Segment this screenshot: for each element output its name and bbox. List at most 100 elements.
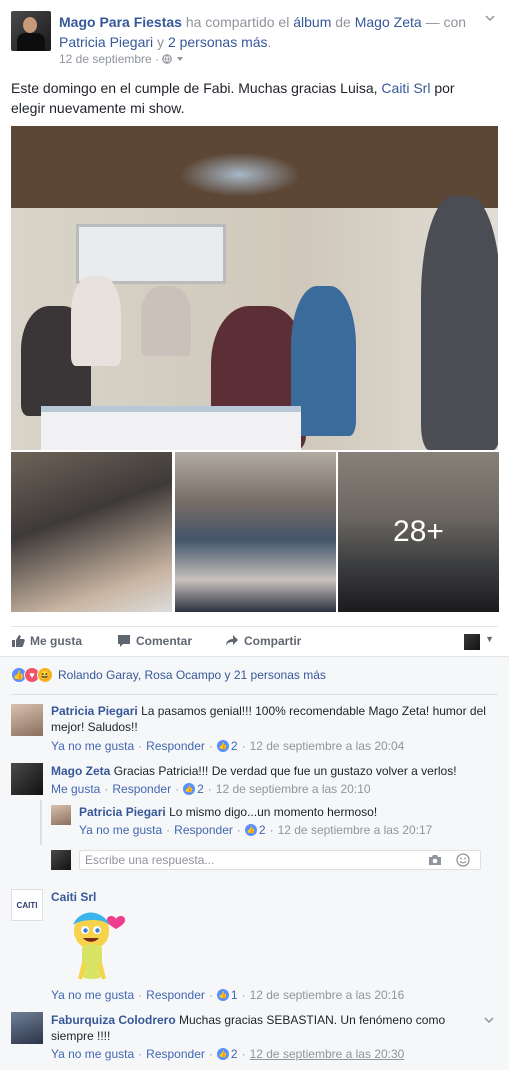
- like-count: 2: [258, 823, 266, 837]
- action-bar: Me gusta Comentar Compartir ▼: [11, 626, 498, 654]
- photo-window-shape: [76, 224, 226, 284]
- thumbs-up-icon: 👍: [244, 824, 257, 836]
- thumbs-up-icon: 👍: [216, 1048, 229, 1060]
- share-label: Compartir: [244, 634, 302, 648]
- comment-label: Comentar: [136, 634, 193, 648]
- comment-like-count[interactable]: 👍 2: [244, 823, 266, 837]
- post-header: Mago Para Fiestas ha compartido el álbum…: [59, 12, 479, 52]
- reply-input[interactable]: [80, 851, 410, 869]
- album-owner-link[interactable]: Mago Zeta: [355, 14, 422, 30]
- like-link[interactable]: Me gusta: [51, 782, 100, 796]
- like-count: 2: [230, 1047, 238, 1061]
- comment-like-count[interactable]: 👍 2: [183, 782, 204, 796]
- comment-time[interactable]: 12 de septiembre a las 20:10: [216, 782, 371, 796]
- comment-body: Faburquiza Colodrero Muchas gracias SEBA…: [51, 1012, 471, 1044]
- commenter-avatar[interactable]: [11, 704, 43, 736]
- reply-body: Patricia Piegari Lo mismo digo...un mome…: [79, 804, 489, 820]
- thumbs-up-icon: 👍: [183, 783, 196, 795]
- share-as-avatar[interactable]: [464, 634, 480, 650]
- and-text: y: [157, 34, 165, 50]
- meta-dot: ·: [155, 52, 160, 66]
- reply-time[interactable]: 12 de septiembre a las 20:17: [278, 823, 433, 837]
- comment-body: Caiti Srl: [51, 889, 96, 905]
- camera-icon[interactable]: [428, 853, 442, 867]
- reply-link[interactable]: Responder: [146, 1047, 205, 1061]
- comment-button[interactable]: Comentar: [117, 634, 192, 648]
- comment-body: Mago Zeta Gracias Patricia!!! De verdad …: [51, 763, 491, 779]
- like-button[interactable]: Me gusta: [11, 634, 82, 648]
- comment-like-count[interactable]: 👍 1: [216, 988, 238, 1002]
- thumbs-up-icon: 👍: [216, 740, 229, 752]
- person-shape: [421, 196, 498, 450]
- post-options-chevron-icon[interactable]: [483, 12, 497, 26]
- tagged-person-link[interactable]: Patricia Piegari: [59, 34, 153, 50]
- reply-text: Lo mismo digo...un momento hermoso!: [169, 805, 378, 819]
- comment-body: Patricia Piegari La pasamos genial!!! 10…: [51, 703, 491, 735]
- reply-link[interactable]: Responder: [174, 823, 233, 837]
- post-date-link[interactable]: 12 de septiembre: [59, 52, 152, 66]
- haha-reaction-icon: 😆: [37, 667, 53, 683]
- reply-link[interactable]: Responder: [112, 782, 171, 796]
- like-count: 2: [197, 782, 204, 796]
- thumbs-up-icon: 👍: [216, 989, 229, 1001]
- reply-link[interactable]: Responder: [146, 739, 205, 753]
- comment-icon: [118, 635, 130, 647]
- share-arrow-icon: [226, 635, 238, 646]
- comment-options-chevron-icon[interactable]: [483, 1014, 497, 1028]
- comment-author[interactable]: Faburquiza Colodrero: [51, 1013, 176, 1027]
- author-name-link[interactable]: Mago Para Fiestas: [59, 14, 182, 30]
- comment-like-count[interactable]: 👍 2: [216, 1047, 238, 1061]
- reply-author[interactable]: Patricia Piegari: [79, 805, 166, 819]
- audience-dropdown-icon[interactable]: [176, 52, 184, 66]
- photo-thumb-2[interactable]: [175, 452, 336, 612]
- globe-icon: [162, 52, 175, 66]
- commenter-avatar[interactable]: CAITI: [11, 889, 43, 921]
- caiti-logo-text: CAITI: [16, 900, 38, 910]
- photo-main[interactable]: [11, 126, 498, 450]
- album-link[interactable]: álbum: [293, 14, 331, 30]
- commenter-avatar[interactable]: [11, 763, 43, 795]
- photo-table-shape: [41, 406, 301, 450]
- commenter-avatar[interactable]: [11, 1012, 43, 1044]
- joy-sticker-icon: [70, 905, 130, 985]
- period: .: [267, 34, 272, 50]
- tagged-others-link[interactable]: 2 personas más: [168, 34, 268, 50]
- comment-meta: Me gusta · Responder · 👍 2 · 12 de septie…: [51, 782, 371, 796]
- unlike-link[interactable]: Ya no me gusta: [51, 988, 134, 1002]
- comment-time[interactable]: 12 de septiembre a las 20:30: [250, 1047, 405, 1061]
- comment-time[interactable]: 12 de septiembre a las 20:16: [250, 988, 405, 1002]
- with-text: — con: [425, 14, 467, 30]
- reply-input-box[interactable]: [79, 850, 481, 870]
- post-body-text: Este domingo en el cumple de Fabi. Mucha…: [11, 80, 378, 96]
- unlike-link[interactable]: Ya no me gusta: [79, 823, 162, 837]
- shared-text: ha compartido el: [185, 14, 290, 30]
- comment-meta: Ya no me gusta · Responder · 👍 1 · 12 de …: [51, 988, 405, 1002]
- comment-like-count[interactable]: 👍 2: [216, 739, 238, 753]
- reactions-summary[interactable]: 👍 ♥ 😆 Rolando Garay, Rosa Ocampo y 21 pe…: [11, 667, 326, 683]
- comment-time[interactable]: 12 de septiembre a las 20:04: [250, 739, 405, 753]
- share-button[interactable]: Compartir: [225, 634, 301, 648]
- more-photos-count[interactable]: 28+: [338, 452, 499, 612]
- post-body: Este domingo en el cumple de Fabi. Mucha…: [11, 78, 491, 118]
- divider: [11, 694, 498, 695]
- reply-avatar[interactable]: [51, 805, 71, 825]
- unlike-link[interactable]: Ya no me gusta: [51, 739, 134, 753]
- reply-link[interactable]: Responder: [146, 988, 205, 1002]
- comment-meta: Ya no me gusta · Responder · 👍 2 · 12 de …: [51, 739, 405, 753]
- comment-author[interactable]: Caiti Srl: [51, 890, 96, 904]
- emoji-icon[interactable]: [456, 853, 470, 867]
- photo-thumb-3[interactable]: 28+: [338, 452, 499, 612]
- reactions-text[interactable]: Rolando Garay, Rosa Ocampo y 21 personas…: [58, 668, 326, 682]
- thumbs-up-icon: [12, 635, 25, 647]
- caiti-link[interactable]: Caiti Srl: [381, 80, 430, 96]
- photo-thumb-1[interactable]: [11, 452, 172, 612]
- comment-author[interactable]: Mago Zeta: [51, 764, 110, 778]
- comment-author[interactable]: Patricia Piegari: [51, 704, 138, 718]
- comment-meta: Ya no me gusta · Responder · 👍 2 · 12 de …: [51, 1047, 405, 1061]
- share-as-caret-icon[interactable]: ▼: [485, 634, 494, 644]
- author-avatar[interactable]: [11, 11, 51, 51]
- person-shape: [141, 286, 191, 356]
- reply-meta: Ya no me gusta · Responder · 👍 2 · 12 de …: [79, 823, 433, 837]
- unlike-link[interactable]: Ya no me gusta: [51, 1047, 134, 1061]
- my-avatar: [51, 850, 71, 870]
